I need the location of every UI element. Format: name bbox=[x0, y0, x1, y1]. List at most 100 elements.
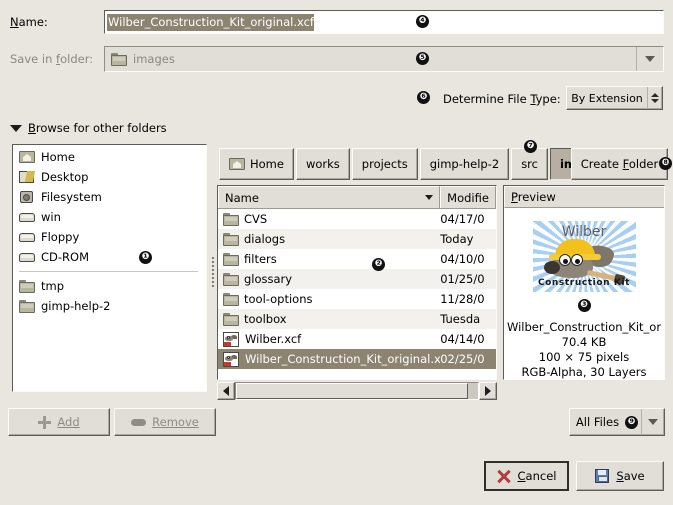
file-name: glossary bbox=[244, 272, 292, 286]
table-row[interactable]: tool-options 11/28/0 bbox=[218, 289, 496, 309]
save-in-folder-combo[interactable]: images bbox=[104, 46, 664, 72]
browse-for-other-folders-expander[interactable]: Browse for other folders bbox=[10, 121, 167, 135]
table-row[interactable]: dialogs Today bbox=[218, 229, 496, 249]
file-filter-dropdown-arrow[interactable] bbox=[641, 409, 664, 435]
place-label: Desktop bbox=[41, 170, 88, 184]
triangle-right-icon bbox=[485, 386, 491, 396]
pane-splitter-handle[interactable] bbox=[210, 255, 215, 299]
callout-marker-5: ❺ bbox=[416, 52, 429, 65]
table-row[interactable]: toolbox Tuesda bbox=[218, 309, 496, 329]
callout-marker-9: ❾ bbox=[625, 416, 638, 429]
scrollbar-thumb[interactable] bbox=[236, 383, 468, 399]
file-name: tool-options bbox=[244, 292, 313, 306]
table-row[interactable]: CVS 04/17/0 bbox=[218, 209, 496, 229]
file-list[interactable]: Name Modifie CVS 04/17/0 dialogs Today f… bbox=[217, 185, 497, 380]
place-label: win bbox=[41, 210, 61, 224]
thumbnail-subtitle: Construction Kit bbox=[533, 278, 636, 288]
xcf-file-icon bbox=[223, 352, 240, 367]
file-modified: 11/28/0 bbox=[440, 292, 496, 306]
file-list-rows: CVS 04/17/0 dialogs Today filters 04/10/… bbox=[218, 209, 496, 369]
callout-marker-7: ❼ bbox=[524, 140, 537, 153]
save-button-label: Save bbox=[616, 469, 644, 483]
file-type-spin-buttons[interactable] bbox=[647, 87, 662, 109]
save-button[interactable]: Save bbox=[576, 461, 664, 491]
create-folder-button[interactable]: Create Folder bbox=[571, 148, 668, 180]
preview-body: Wilber Construction Kit ❸ Wilber_Constru… bbox=[504, 208, 664, 380]
preview-filename: Wilber_Construction_Kit_or bbox=[507, 320, 661, 335]
place-item[interactable]: gimp-help-2 bbox=[13, 296, 206, 316]
table-row[interactable]: Wilber_Construction_Kit_original.xcf 02/… bbox=[218, 349, 496, 369]
place-label: Home bbox=[41, 150, 75, 164]
save-image-dialog: Name: Wilber_Construction_Kit_original.x… bbox=[0, 0, 673, 505]
file-filter-combo[interactable]: All Files ❾ bbox=[569, 408, 665, 436]
save-in-folder-label: Save in folder: bbox=[10, 52, 93, 66]
file-modified: 04/10/0 bbox=[440, 252, 496, 266]
place-item[interactable]: CD-ROM ❶ bbox=[13, 247, 206, 267]
file-list-horizontal-scrollbar[interactable] bbox=[217, 382, 497, 400]
file-name: toolbox bbox=[244, 312, 287, 326]
chevron-down-icon bbox=[651, 99, 659, 103]
folder-icon bbox=[111, 53, 127, 66]
home-icon bbox=[19, 150, 35, 164]
file-list-header: Name Modifie bbox=[218, 186, 496, 209]
place-label: CD-ROM bbox=[41, 250, 89, 264]
callout-marker-6: ❻ bbox=[417, 91, 430, 104]
remove-button[interactable]: Remove bbox=[114, 408, 216, 436]
place-item[interactable]: win bbox=[13, 207, 206, 227]
desktop-icon bbox=[19, 170, 35, 184]
callout-marker-4: ❹ bbox=[416, 15, 429, 28]
table-row[interactable]: Wilber.xcf 04/14/0 bbox=[218, 329, 496, 349]
save-in-folder-value: images bbox=[133, 52, 175, 66]
file-modified: 04/17/0 bbox=[440, 212, 496, 226]
column-header-name[interactable]: Name bbox=[218, 186, 440, 208]
file-type-spinner[interactable]: By Extension bbox=[566, 86, 663, 110]
home-icon bbox=[229, 157, 245, 171]
place-item[interactable]: tmp bbox=[13, 276, 206, 296]
preview-dimensions: 100 × 75 pixels bbox=[507, 350, 661, 365]
table-row[interactable]: filters 04/10/0 bbox=[218, 249, 496, 269]
column-header-modified[interactable]: Modifie bbox=[440, 186, 496, 208]
filename-input[interactable]: Wilber_Construction_Kit_original.xcf bbox=[104, 10, 664, 34]
folder-icon bbox=[19, 300, 35, 313]
places-sidebar[interactable]: Home Desktop Filesystem win Floppy CD-RO… bbox=[12, 144, 207, 392]
table-row[interactable]: glossary 01/25/0 bbox=[218, 269, 496, 289]
file-modified: 01/25/0 bbox=[440, 272, 496, 286]
path-button-label: src bbox=[521, 157, 538, 171]
path-button-projects[interactable]: projects bbox=[352, 148, 418, 180]
file-modified: Tuesda bbox=[440, 312, 496, 326]
scroll-right-button[interactable] bbox=[479, 382, 497, 400]
expander-label: Browse for other folders bbox=[28, 121, 167, 135]
file-name: Wilber_Construction_Kit_original.xcf bbox=[245, 352, 440, 366]
preview-filesize: 70.4 KB bbox=[507, 335, 661, 350]
path-breadcrumb-bar[interactable]: Home works projects gimp-help-2 src imag… bbox=[219, 148, 617, 180]
folder-icon bbox=[223, 313, 239, 326]
name-label: Name: bbox=[10, 15, 48, 29]
folder-icon bbox=[223, 273, 239, 286]
drive-icon bbox=[19, 210, 35, 224]
scrollbar-trough[interactable] bbox=[235, 382, 479, 400]
place-item[interactable]: Desktop bbox=[13, 167, 206, 187]
place-item[interactable]: Home bbox=[13, 147, 206, 167]
add-button[interactable]: Add bbox=[8, 408, 110, 436]
cancel-button[interactable]: Cancel bbox=[484, 461, 569, 491]
folder-combo-dropdown-arrow[interactable] bbox=[636, 47, 663, 71]
place-item[interactable]: Filesystem bbox=[13, 187, 206, 207]
add-icon bbox=[38, 416, 51, 429]
place-item[interactable]: Floppy bbox=[13, 227, 206, 247]
triangle-down-icon bbox=[10, 125, 22, 132]
path-button-gimp-help-2[interactable]: gimp-help-2 bbox=[420, 148, 509, 180]
sort-descending-icon bbox=[425, 195, 433, 200]
preview-color-mode: RGB-Alpha, 30 Layers bbox=[507, 365, 661, 380]
path-button-works[interactable]: works bbox=[296, 148, 350, 180]
folder-icon bbox=[19, 280, 35, 293]
path-button-home[interactable]: Home bbox=[219, 148, 294, 180]
preview-header-label: Preview bbox=[511, 190, 556, 204]
close-icon bbox=[497, 469, 511, 483]
filesystem-icon bbox=[19, 190, 35, 204]
scroll-left-button[interactable] bbox=[217, 382, 235, 400]
file-name: filters bbox=[244, 252, 277, 266]
file-filter-value: All Files bbox=[570, 415, 625, 429]
filename-input-value: Wilber_Construction_Kit_original.xcf bbox=[107, 14, 314, 31]
preview-thumbnail: Wilber Construction Kit bbox=[533, 221, 636, 292]
floppy-disk-icon bbox=[595, 469, 609, 483]
